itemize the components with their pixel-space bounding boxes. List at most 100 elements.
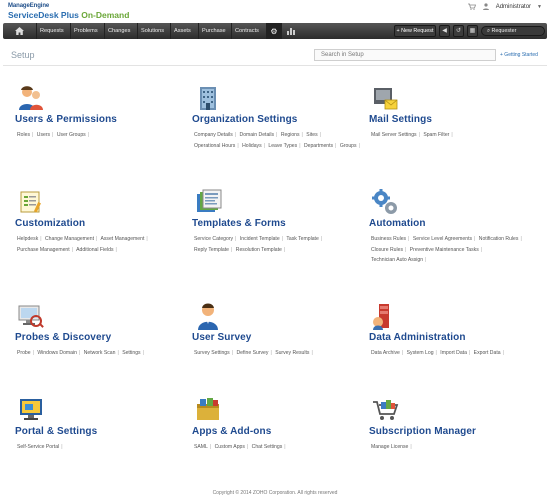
setup-card-title[interactable]: Data Administration: [369, 332, 466, 343]
data-administration-icon[interactable]: [371, 302, 399, 330]
setup-link[interactable]: Reply Template: [194, 247, 229, 253]
setup-link[interactable]: Service Category: [194, 236, 233, 242]
user-survey-icon[interactable]: [194, 302, 222, 330]
setup-link[interactable]: Change Management: [45, 236, 94, 242]
tab-purchase[interactable]: Purchase: [198, 23, 229, 39]
setup-search-input[interactable]: Search in Setup: [314, 49, 496, 61]
setup-link[interactable]: Chat Settings: [252, 444, 283, 450]
apps-button[interactable]: ▦: [467, 25, 478, 37]
organization-icon[interactable]: [194, 84, 222, 112]
portal-settings-icon[interactable]: [17, 396, 45, 424]
chevron-down-icon: ▼: [537, 3, 542, 10]
setup-link[interactable]: Purchase Management: [17, 247, 70, 253]
setup-link[interactable]: Export Data: [474, 350, 501, 356]
setup-card-title[interactable]: Mail Settings: [369, 114, 432, 125]
setup-link[interactable]: Custom Apps: [215, 444, 245, 450]
setup-link[interactable]: Import Data: [440, 350, 467, 356]
setup-card-links: Company Details | Domain Details | Regions…: [194, 130, 364, 151]
tab-solutions[interactable]: Solutions: [137, 23, 167, 39]
tab-setup[interactable]: ⚙: [266, 23, 282, 39]
setup-card-title[interactable]: Customization: [15, 218, 85, 229]
setup-link[interactable]: Spam Filter: [423, 132, 449, 138]
setup-link[interactable]: Data Archive: [371, 350, 400, 356]
tab-assets[interactable]: Assets: [170, 23, 194, 39]
setup-link[interactable]: Mail Server Settings: [371, 132, 417, 138]
setup-link[interactable]: Define Survey: [236, 350, 268, 356]
automation-icon[interactable]: [371, 188, 399, 216]
probes-discovery-icon[interactable]: [17, 302, 45, 330]
setup-link[interactable]: Domain Details: [240, 132, 275, 138]
home-button[interactable]: [9, 25, 29, 37]
setup-link[interactable]: Manage License: [371, 444, 408, 450]
setup-link[interactable]: Leave Types: [268, 143, 297, 149]
setup-card-title[interactable]: Apps & Add-ons: [192, 426, 271, 437]
link-separator: |: [284, 444, 286, 450]
setup-card-title[interactable]: User Survey: [192, 332, 251, 343]
link-separator: |: [142, 350, 144, 356]
sound-button[interactable]: ◀: [439, 25, 450, 37]
tab-changes[interactable]: Changes: [104, 23, 133, 39]
setup-card-title[interactable]: Users & Permissions: [15, 114, 117, 125]
setup-link[interactable]: Holidays: [242, 143, 262, 149]
setup-link[interactable]: Resolution Template: [236, 247, 282, 253]
setup-link[interactable]: Helpdesk: [17, 236, 38, 242]
setup-link[interactable]: Incident Template: [240, 236, 280, 242]
setup-link[interactable]: Survey Settings: [194, 350, 230, 356]
setup-link[interactable]: Task Template: [286, 236, 318, 242]
users-permissions-icon[interactable]: [17, 84, 45, 112]
setup-card-title[interactable]: Subscription Manager: [369, 426, 476, 437]
new-request-button[interactable]: + New Request ▾: [394, 25, 436, 44]
setup-link[interactable]: Windows Domain: [37, 350, 77, 356]
brand-logo[interactable]: ServiceDesk Plus On-Demand: [8, 10, 129, 20]
setup-link[interactable]: Users: [37, 132, 50, 138]
link-separator: |: [502, 350, 504, 356]
setup-link[interactable]: SAML: [194, 444, 208, 450]
setup-link[interactable]: Roles: [17, 132, 30, 138]
mail-settings-icon[interactable]: [371, 84, 399, 112]
setup-link[interactable]: Settings: [122, 350, 140, 356]
customization-icon[interactable]: [17, 188, 45, 216]
getting-started-link[interactable]: + Getting Started: [500, 52, 538, 58]
link-separator: |: [435, 350, 437, 356]
setup-link[interactable]: Self-Service Portal: [17, 444, 59, 450]
setup-link[interactable]: Groups: [340, 143, 357, 149]
setup-card-title[interactable]: Automation: [369, 218, 426, 229]
setup-link[interactable]: Asset Management: [100, 236, 144, 242]
tab-problems[interactable]: Problems: [70, 23, 101, 39]
tab-requests[interactable]: Requests: [36, 23, 67, 39]
reports-icon[interactable]: [286, 26, 296, 36]
setup-link[interactable]: Technician Auto Assign: [371, 257, 423, 263]
setup-card-title[interactable]: Organization Settings: [192, 114, 297, 125]
setup-card-title[interactable]: Portal & Settings: [15, 426, 97, 437]
setup-link[interactable]: Probe: [17, 350, 31, 356]
setup-link[interactable]: Closure Rules: [371, 247, 403, 253]
link-separator: |: [358, 142, 360, 149]
home-icon: [14, 27, 24, 35]
setup-link[interactable]: Preventive Maintenance Tasks: [410, 247, 479, 253]
history-button[interactable]: ↺: [453, 25, 464, 37]
setup-link[interactable]: Notification Rules: [479, 236, 519, 242]
link-separator: |: [276, 132, 278, 138]
setup-link[interactable]: Departments: [304, 143, 333, 149]
setup-link[interactable]: Sites: [306, 132, 317, 138]
setup-card-title[interactable]: Templates & Forms: [192, 218, 286, 229]
setup-link[interactable]: Operational Hours: [194, 143, 235, 149]
requester-search[interactable]: ⌕ Requester: [481, 26, 545, 36]
apps-addons-icon[interactable]: [194, 396, 222, 424]
subscription-manager-icon[interactable]: [371, 396, 399, 424]
setup-header: Setup Search in Setup + Getting Started: [3, 44, 547, 66]
setup-link[interactable]: User Groups: [57, 132, 86, 138]
tab-contracts[interactable]: Contracts: [231, 23, 262, 39]
setup-link[interactable]: Business Rules: [371, 236, 406, 242]
user-menu[interactable]: Administrator: [496, 4, 531, 10]
setup-link[interactable]: Additional Fields: [76, 247, 113, 253]
setup-card-title[interactable]: Probes & Discovery: [15, 332, 111, 343]
setup-link[interactable]: Network Scan: [84, 350, 116, 356]
setup-link[interactable]: Company Details: [194, 132, 233, 138]
setup-link[interactable]: System Log: [407, 350, 434, 356]
setup-link[interactable]: Survey Results: [275, 350, 309, 356]
setup-link[interactable]: Service Level Agreements: [413, 236, 472, 242]
setup-link[interactable]: Regions: [281, 132, 300, 138]
templates-forms-icon[interactable]: [194, 188, 222, 216]
cart-icon[interactable]: [467, 3, 476, 10]
